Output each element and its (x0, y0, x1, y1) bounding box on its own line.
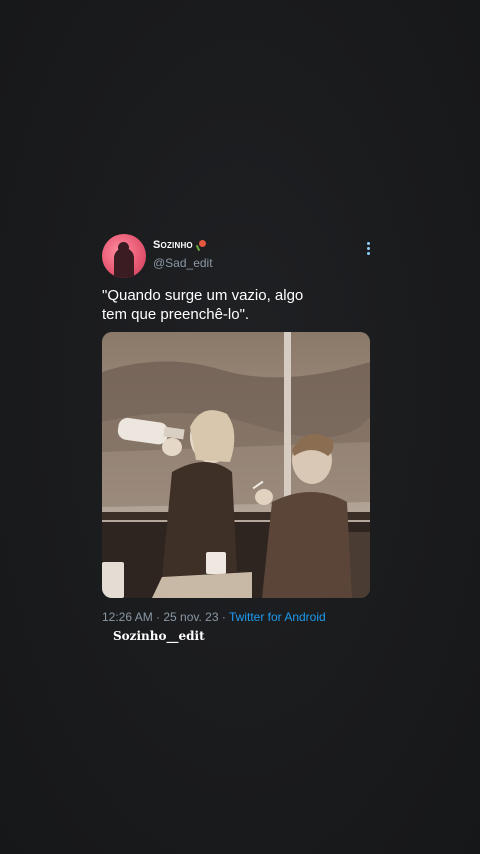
name-row[interactable]: Sozinho (153, 237, 207, 253)
tweet-photo[interactable] (102, 332, 370, 598)
meta-separator-2: · (218, 610, 229, 624)
watermark-text: Sozinho__edit (113, 629, 205, 643)
screen: Sozinho @Sad_edit "Quando surge um vazio… (0, 0, 480, 854)
avatar-head (118, 242, 129, 253)
photo-illustration (102, 332, 370, 598)
user-handle[interactable]: @Sad_edit (153, 256, 213, 270)
tweet-text: "Quando surge um vazio, algo tem que pre… (102, 287, 304, 323)
avatar[interactable] (102, 234, 146, 278)
tweet-metadata: 12:26 AM · 25 nov. 23 · Twitter for Andr… (102, 610, 326, 624)
tweet-date[interactable]: 25 nov. 23 (163, 610, 218, 624)
display-name: Sozinho (153, 239, 193, 251)
more-options-icon[interactable] (364, 242, 372, 258)
tweet-source-link[interactable]: Twitter for Android (229, 610, 326, 624)
meta-separator: · (152, 610, 164, 624)
rose-icon (195, 239, 207, 252)
tweet-time[interactable]: 12:26 AM (102, 610, 153, 624)
